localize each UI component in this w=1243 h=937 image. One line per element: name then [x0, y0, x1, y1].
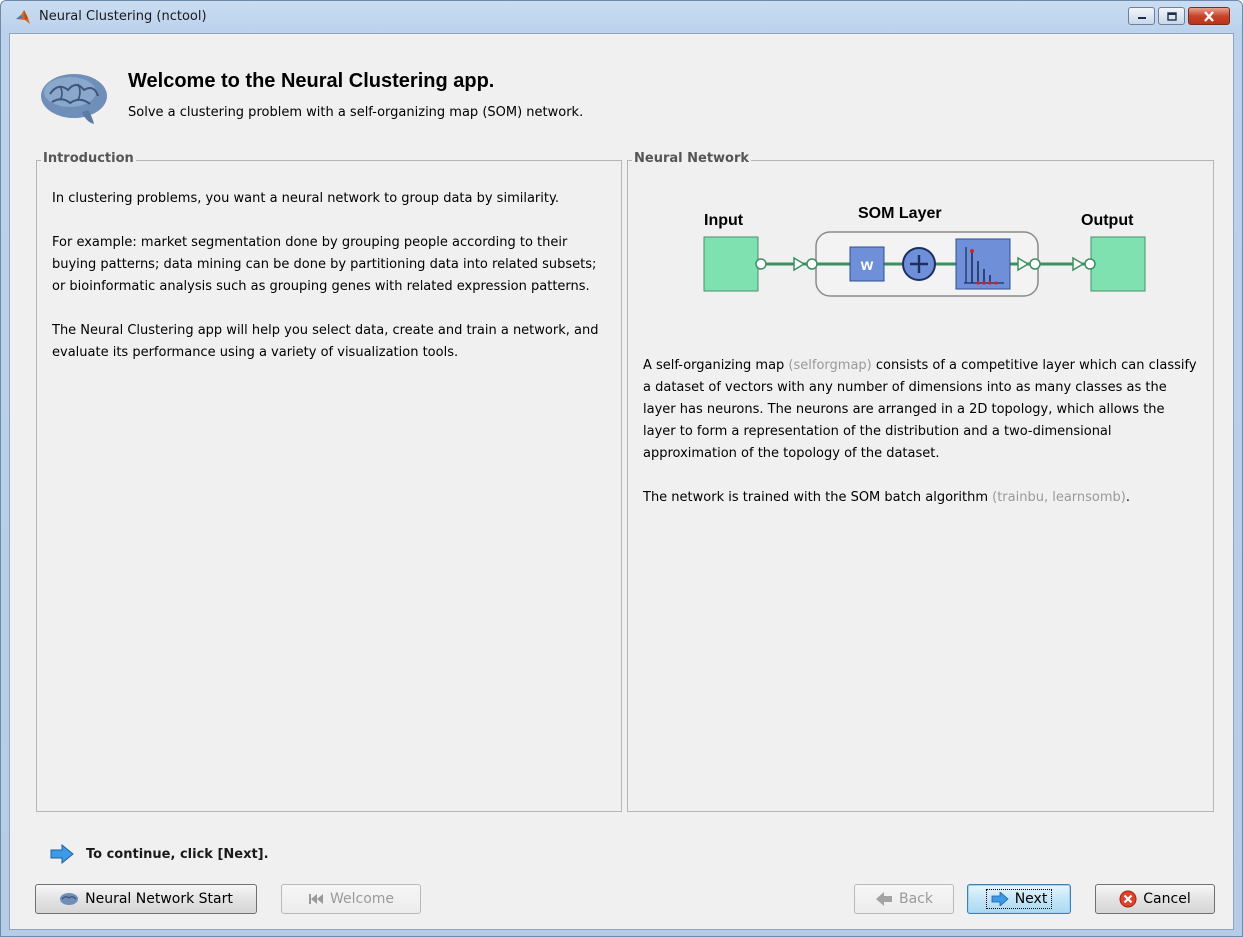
output-block: [1090, 236, 1146, 292]
window-title: Neural Clustering (nctool): [39, 9, 207, 24]
diagram-layer-label: SOM Layer: [858, 205, 942, 222]
network-description: A self-organizing map (selforgmap) consi…: [643, 355, 1199, 531]
arrow-left-icon: [876, 892, 892, 906]
diagram-input-label: Input: [704, 212, 744, 229]
title-bar[interactable]: Neural Clustering (nctool): [1, 1, 1242, 33]
intro-paragraph-1: In clustering problems, you want a neura…: [52, 191, 559, 206]
selforgmap-link[interactable]: (selforgmap): [788, 358, 871, 373]
matlab-icon: [16, 10, 30, 24]
network-description-2: The network is trained with the SOM batc…: [643, 490, 1130, 505]
arrow-right-icon: [50, 844, 74, 864]
next-button[interactable]: Next: [967, 884, 1071, 914]
skip-back-icon: [308, 894, 323, 904]
back-button[interactable]: Back: [854, 884, 954, 914]
minimize-icon[interactable]: [1128, 7, 1155, 25]
continue-hint-text: To continue, click [Next].: [86, 846, 269, 862]
introduction-text: In clustering problems, you want a neura…: [52, 188, 608, 386]
brain-icon: [41, 74, 107, 124]
introduction-legend: Introduction: [41, 151, 136, 166]
app-window: Neural Clustering (nctool) Welcome to th…: [0, 0, 1243, 937]
intro-paragraph-2: For example: market segmentation done by…: [52, 235, 597, 294]
welcome-button[interactable]: Welcome: [281, 884, 421, 914]
cancel-button[interactable]: Cancel: [1095, 884, 1215, 914]
neural-network-start-button[interactable]: Neural Network Start: [35, 884, 257, 914]
diagram-output-label: Output: [1081, 212, 1134, 229]
continue-hint: To continue, click [Next].: [50, 844, 269, 864]
client-area: Welcome to the Neural Clustering app. So…: [9, 33, 1234, 930]
arrow-right-icon: [991, 892, 1009, 906]
next-button-focus: Next: [985, 889, 1053, 909]
page-subtitle: Solve a clustering problem with a self-o…: [128, 105, 584, 120]
weight-label: w: [860, 257, 874, 274]
introduction-panel: Introduction In clustering problems, you…: [36, 151, 622, 812]
neural-network-legend: Neural Network: [632, 151, 752, 166]
brain-icon: [60, 893, 79, 905]
network-description-1: A self-organizing map (selforgmap) consi…: [643, 358, 1197, 461]
input-block: [703, 236, 759, 292]
page-title: Welcome to the Neural Clustering app.: [128, 70, 495, 92]
training-functions-link[interactable]: (trainbu, learnsomb): [992, 490, 1126, 505]
cancel-icon: [1119, 890, 1137, 908]
maximize-icon[interactable]: [1158, 7, 1185, 25]
neural-network-panel: Neural Network Input SOM Layer Output w …: [627, 151, 1214, 812]
intro-paragraph-3: The Neural Clustering app will help you …: [52, 323, 599, 360]
transfer-function-block: [955, 238, 1011, 290]
network-diagram: Input SOM Layer Output w: [703, 205, 1146, 297]
close-icon[interactable]: [1188, 7, 1230, 25]
